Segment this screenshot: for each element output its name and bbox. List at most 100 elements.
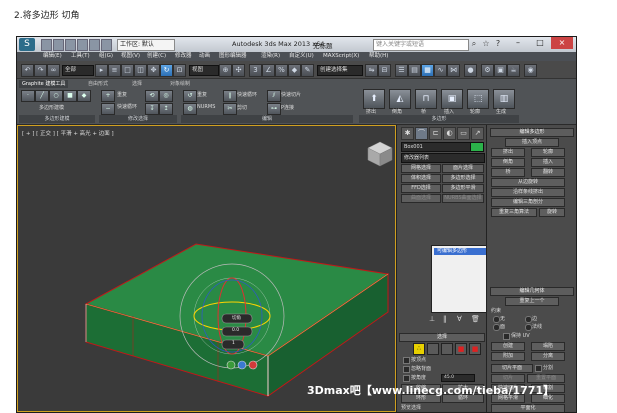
outline-label[interactable]: 轮廓 (470, 108, 480, 115)
nurms-label[interactable]: NURMS (197, 104, 215, 110)
spinner-snap-icon[interactable]: ◆ (288, 64, 301, 77)
group-polygon-modeling[interactable]: 多边形建模 (19, 115, 95, 123)
step-ring-icon[interactable]: ↥ (159, 103, 173, 115)
motion-tab-icon[interactable]: ◐ (443, 127, 456, 140)
create-button[interactable]: 创建 (491, 342, 525, 351)
border-sel-icon[interactable] (441, 343, 453, 355)
close-button[interactable]: × (551, 37, 573, 49)
percent-snap-icon[interactable]: % (275, 64, 288, 77)
insert-vertex-button[interactable]: 插入顶点 (505, 138, 559, 147)
outline-button-icon[interactable]: ⬚ (467, 89, 489, 109)
link-icon[interactable]: ∞ (47, 64, 60, 77)
group-polygons[interactable]: 多边形 (359, 115, 519, 123)
select-by-name-icon[interactable]: ≡ (108, 64, 121, 77)
open-file-icon[interactable] (53, 39, 64, 51)
search-icon[interactable]: ⌕ (469, 39, 479, 49)
quickslice-icon[interactable]: ⫽ (267, 90, 281, 102)
perspective-viewport[interactable]: [ + ] [ 正交 ] [ 平滑 + 高光 + 边面 ] 切角 0.0 1 (17, 125, 396, 412)
curve-editor-icon[interactable]: ∿ (434, 64, 447, 77)
group-edit[interactable]: 编辑 (181, 115, 353, 123)
preserve-uvs-checkbox[interactable] (503, 333, 510, 340)
extrude-button[interactable]: 挤出 (491, 148, 525, 157)
menu-graph-editors[interactable]: 图形编辑器 (219, 52, 247, 61)
group-modify-selection[interactable]: 修改选择 (99, 115, 177, 123)
surface-select-button[interactable]: 曲面选择 (401, 194, 441, 203)
border-mode-icon[interactable]: ○ (49, 90, 63, 102)
ignore-backfacing-checkbox[interactable] (403, 366, 410, 373)
ok-icon[interactable] (226, 360, 236, 370)
vertex-sel-icon[interactable]: ∴ (413, 343, 425, 355)
apply-icon[interactable] (237, 360, 247, 370)
bevel-button[interactable]: 倒角 (491, 158, 525, 167)
modifier-list-dropdown[interactable]: 修改器列表 (401, 153, 485, 163)
selection-filter-dropdown[interactable]: 全部 (62, 65, 94, 76)
quickloop-icon[interactable]: ∥ (223, 90, 237, 102)
schematic-view-icon[interactable]: ⋈ (447, 64, 460, 77)
object-color-swatch[interactable] (470, 142, 484, 152)
constraint-none-radio[interactable] (493, 316, 500, 323)
maximize-button[interactable]: □ (529, 37, 551, 49)
new-file-icon[interactable] (41, 39, 52, 51)
hierarchy-tab-icon[interactable]: ⊏ (429, 127, 442, 140)
hinge-button[interactable]: 从边旋转 (491, 178, 565, 187)
constraint-edge-radio[interactable] (525, 316, 532, 323)
menu-help[interactable]: 帮助(H) (369, 52, 388, 61)
app-logo-icon[interactable]: S (19, 38, 35, 51)
pin-stack-icon[interactable]: ⊥ (429, 315, 435, 323)
menu-views[interactable]: 视图(V) (121, 52, 140, 61)
layer-manager-icon[interactable]: ▤ (408, 64, 421, 77)
tab-freeform[interactable]: 自由形式 (85, 80, 111, 88)
make-unique-icon[interactable]: ∀ (457, 315, 462, 323)
tab-object-paint[interactable]: 对象绘制 (167, 80, 193, 88)
modify-tab-icon[interactable]: ⌒ (415, 127, 428, 140)
menu-rendering[interactable]: 渲染(R) (261, 52, 280, 61)
slice-plane-button[interactable]: 切片平面 (491, 364, 533, 373)
project-folder-icon[interactable] (101, 39, 112, 51)
inset-button-icon[interactable]: ▣ (441, 89, 463, 109)
bridge-button[interactable]: 桥 (491, 168, 525, 177)
retriangulate-button[interactable]: 重复三角算法 (491, 208, 537, 217)
vertex-mode-icon[interactable]: · (21, 90, 35, 102)
snaps-toggle-icon[interactable]: 3 (249, 64, 262, 77)
graphite-toggle-icon[interactable]: ▦ (421, 64, 434, 77)
edit-named-sel-icon[interactable]: ✎ (301, 64, 314, 77)
menu-maxscript[interactable]: MAXScript(X) (323, 52, 359, 61)
menu-create[interactable]: 创建(C) (147, 52, 166, 61)
step-loop-icon[interactable]: ↧ (145, 103, 159, 115)
cancel-icon[interactable] (248, 360, 258, 370)
edit-polygons-header[interactable]: 编辑多边形 (490, 128, 574, 137)
outline-button[interactable]: 轮廓 (531, 148, 565, 157)
caddy-segments[interactable]: 1 (232, 341, 235, 346)
menu-edit[interactable]: 编辑(E) (43, 52, 62, 61)
extrude-label[interactable]: 挤出 (366, 108, 376, 115)
generate-label[interactable]: 生成 (496, 108, 506, 115)
repeat-last-button[interactable]: 重复上一个 (505, 297, 559, 306)
quickloop-label[interactable]: 快速循环 (237, 91, 257, 98)
redo-icon[interactable] (89, 39, 100, 51)
show-end-result-icon[interactable]: ‖ (443, 315, 447, 323)
element-sel-icon[interactable]: ■ (469, 343, 481, 355)
mirror-icon[interactable]: ⇋ (365, 64, 378, 77)
repeat-icon[interactable]: ↺ (183, 90, 197, 102)
bridge-label[interactable]: 桥 (421, 108, 426, 115)
shrink-icon[interactable]: − (101, 103, 115, 115)
constraint-face-radio[interactable] (493, 324, 500, 331)
menu-tools[interactable]: 工具(T) (71, 52, 90, 61)
cut-icon[interactable]: ✂ (223, 103, 237, 115)
menu-group[interactable]: 组(G) (99, 52, 113, 61)
bevel-label[interactable]: 倒角 (392, 108, 402, 115)
vol-select-button[interactable]: 体积选择 (401, 174, 441, 183)
select-manipulate-icon[interactable]: ✣ (232, 64, 245, 77)
render-setup-icon[interactable]: ⚙ (481, 64, 494, 77)
generate-button-icon[interactable]: ▥ (493, 89, 515, 109)
render-iterative-icon[interactable]: ◉ (524, 64, 537, 77)
edge-sel-icon[interactable] (427, 343, 439, 355)
utilities-tab-icon[interactable]: ↗ (471, 127, 484, 140)
redo-icon[interactable]: ↷ (34, 64, 47, 77)
element-mode-icon[interactable]: ◆ (77, 90, 91, 102)
angle-snap-icon[interactable]: ∠ (262, 64, 275, 77)
reference-coord-dropdown[interactable]: 视图 (189, 65, 219, 76)
pivot-center-icon[interactable]: ⊕ (219, 64, 232, 77)
polygon-sel-icon[interactable]: ■ (455, 343, 467, 355)
object-name-field[interactable]: Box001 (401, 142, 471, 152)
